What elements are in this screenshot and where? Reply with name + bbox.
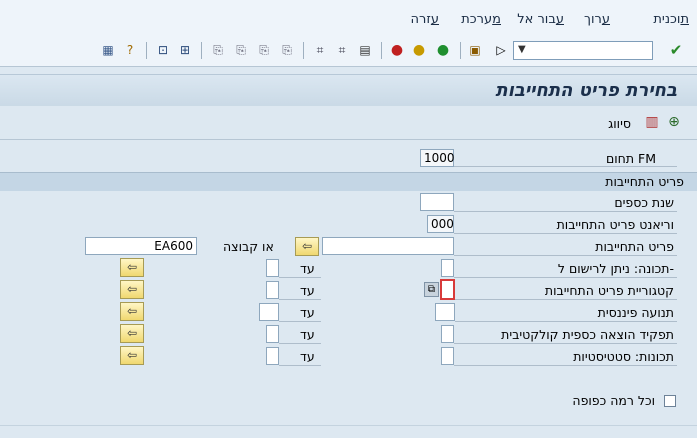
- statistical-attribute-label: תכונות: סטטיסטיות: [573, 349, 674, 364]
- application-toolbar: ⊕ ▥ סיווג: [0, 106, 697, 140]
- command-field[interactable]: ▼: [513, 41, 653, 60]
- help-icon[interactable]: ?: [122, 42, 138, 58]
- group-header: פריט התחייבות: [0, 172, 697, 191]
- label-underline: [279, 299, 321, 300]
- arrow-right-icon: ⇦: [126, 326, 138, 340]
- group-field[interactable]: EA600: [85, 237, 197, 255]
- create-session-icon[interactable]: ⊞: [177, 42, 193, 58]
- label-underline: [279, 343, 321, 344]
- collective-expenditure-label: תפקיד הוצאה כספית קולקטיבית: [501, 327, 674, 342]
- arrow-right-icon: ⇦: [126, 348, 138, 362]
- multiple-selection-button[interactable]: ⇦: [120, 324, 144, 343]
- label-underline: [454, 233, 677, 234]
- statistical-attribute-field[interactable]: [441, 347, 454, 365]
- to-label: עד: [300, 349, 315, 364]
- to-label: עד: [300, 305, 315, 320]
- dropdown-icon-arrow[interactable]: ▷: [493, 42, 509, 58]
- variant-field[interactable]: 000: [427, 215, 454, 233]
- financial-transaction-to-field[interactable]: [259, 303, 279, 321]
- execute-icon[interactable]: ⊕: [666, 114, 682, 130]
- previous-page-icon[interactable]: ⎘: [256, 42, 272, 58]
- fm-area-field[interactable]: 1000: [420, 149, 455, 167]
- toolbar-separator: [303, 42, 304, 59]
- arrow-left-button[interactable]: ⇦: [295, 237, 319, 256]
- category-label: קטגוריית פריט התחייבות: [544, 283, 674, 298]
- page-title: בחירת פריט התחייבות: [495, 80, 677, 101]
- label-underline: [454, 166, 677, 167]
- label-underline: [455, 299, 677, 300]
- toolbar-separator: [146, 42, 147, 59]
- commitment-item-field[interactable]: [322, 237, 454, 255]
- cancel-icon[interactable]: ●: [389, 42, 405, 58]
- group-title: פריט התחייבות: [605, 174, 684, 189]
- menu-edit[interactable]: ערוך: [584, 12, 610, 27]
- menu-system[interactable]: מערכת: [461, 12, 501, 27]
- customize-layout-icon[interactable]: ▦: [100, 42, 116, 58]
- commitment-item-label: פריט התחייבות: [595, 239, 674, 254]
- label-underline: [454, 211, 677, 212]
- arrow-right-icon: ⇦: [126, 282, 138, 296]
- all-levels-checkbox[interactable]: [664, 395, 676, 407]
- posting-attribute-field[interactable]: [441, 259, 454, 277]
- multiple-selection-button[interactable]: ⇦: [120, 280, 144, 299]
- menu-program[interactable]: תוכנית: [653, 12, 689, 27]
- find-next-icon[interactable]: ⌗: [312, 42, 328, 58]
- standard-toolbar: ✔ ▼ ▷ ▣ ● ● ● ▤ ⌗ ⌗ ⎘ ⎘ ⎘ ⎘ ⊞ ⊡ ? ▦: [0, 36, 697, 67]
- label-underline: [454, 277, 677, 278]
- label-underline: [279, 277, 321, 278]
- to-label: עד: [300, 327, 315, 342]
- or-group-label: או קבוצה: [223, 239, 274, 254]
- find-icon[interactable]: ⌗: [334, 42, 350, 58]
- category-field[interactable]: [440, 279, 455, 300]
- first-page-icon[interactable]: ⎘: [279, 42, 295, 58]
- label-underline: [454, 343, 677, 344]
- label-underline: [454, 255, 677, 256]
- next-page-icon[interactable]: ⎘: [233, 42, 249, 58]
- collective-expenditure-to-field[interactable]: [266, 325, 279, 343]
- to-label: עד: [300, 261, 315, 276]
- fm-area-label: תחום FM: [605, 151, 656, 166]
- menu-help[interactable]: עזרה: [411, 12, 439, 27]
- exit-icon[interactable]: ●: [411, 42, 427, 58]
- label-underline: [455, 321, 677, 322]
- arrow-left-icon: ⇦: [301, 239, 313, 253]
- multiple-selection-icon[interactable]: ▥: [644, 114, 660, 130]
- sort-button[interactable]: סיווג: [608, 116, 631, 131]
- posting-attribute-to-field[interactable]: [266, 259, 279, 277]
- category-to-field[interactable]: [266, 281, 279, 299]
- toolbar-separator: [460, 42, 461, 59]
- variant-label: וריאנט פריט התחייבות: [556, 217, 674, 232]
- enter-icon[interactable]: ✔: [668, 42, 684, 58]
- financial-transaction-field[interactable]: [435, 303, 455, 321]
- print-icon[interactable]: ▤: [357, 42, 373, 58]
- arrow-right-icon: ⇦: [126, 260, 138, 274]
- menu-goto[interactable]: עבור אל: [517, 12, 564, 27]
- financial-transaction-label: תנועה פיננסית: [597, 305, 674, 320]
- last-page-icon[interactable]: ⎘: [210, 42, 226, 58]
- dropdown-icon[interactable]: ▼: [518, 44, 526, 55]
- all-levels-label: וכל רמה כפופה: [572, 393, 655, 408]
- posting-attribute-label: תכונה: ניתן לרישום ל-: [557, 261, 674, 276]
- to-label: עד: [300, 283, 315, 298]
- shortcut-icon[interactable]: ⊡: [155, 42, 171, 58]
- value-help-icon[interactable]: ⧉: [424, 282, 439, 297]
- back-icon[interactable]: ●: [435, 42, 451, 58]
- status-bar: [0, 425, 697, 438]
- toolbar-separator: [381, 42, 382, 59]
- fiscal-year-label: שנת כספים: [614, 195, 674, 210]
- multiple-selection-button[interactable]: ⇦: [120, 258, 144, 277]
- toolbar-separator: [201, 42, 202, 59]
- save-icon[interactable]: ▣: [467, 42, 483, 58]
- collective-expenditure-field[interactable]: [441, 325, 454, 343]
- label-underline: [454, 365, 677, 366]
- statistical-attribute-to-field[interactable]: [266, 347, 279, 365]
- fiscal-year-field[interactable]: [420, 193, 454, 211]
- title-bar: בחירת פריט התחייבות: [0, 74, 697, 107]
- label-underline: [279, 321, 321, 322]
- menu-bar: תוכנית ערוך עבור אל מערכת עזרה: [0, 0, 697, 37]
- arrow-right-icon: ⇦: [126, 304, 138, 318]
- multiple-selection-button[interactable]: ⇦: [120, 346, 144, 365]
- multiple-selection-button[interactable]: ⇦: [120, 302, 144, 321]
- label-underline: [279, 365, 321, 366]
